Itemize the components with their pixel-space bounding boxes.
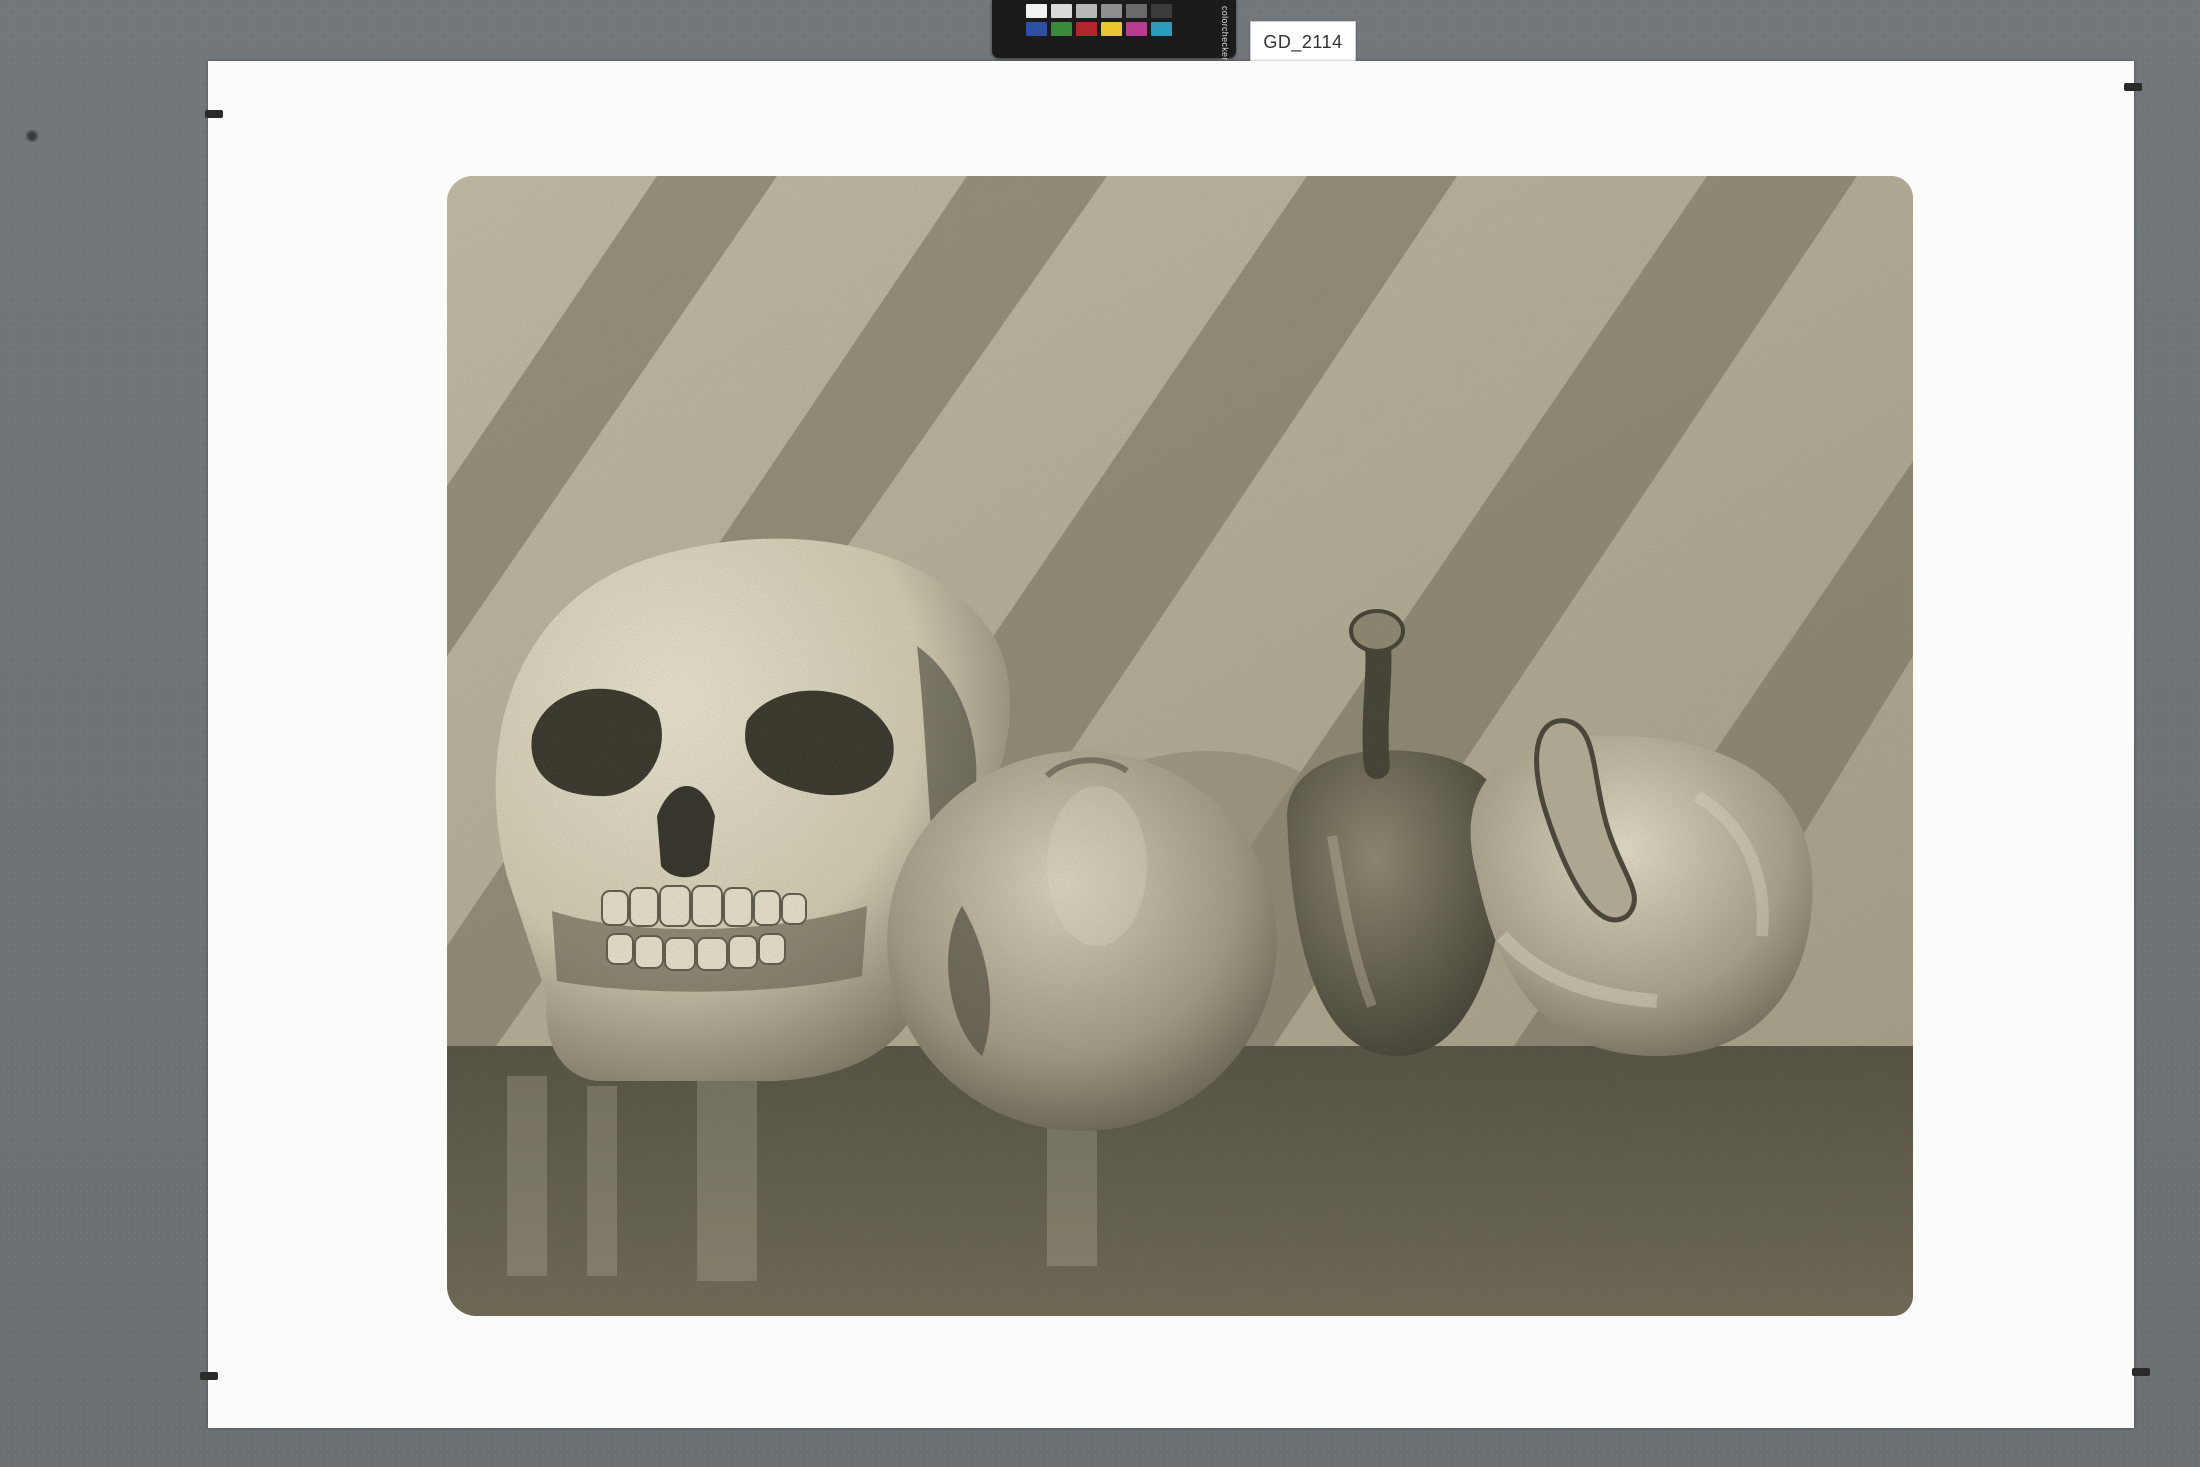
- color-swatch: [1151, 4, 1172, 18]
- inventory-tag: GD_2114: [1250, 21, 1356, 63]
- clip-icon: [205, 110, 223, 118]
- color-swatch: [1026, 4, 1047, 18]
- still-life-drawing: [447, 176, 1913, 1316]
- color-swatch: [1101, 22, 1122, 36]
- clip-icon: [2124, 83, 2142, 91]
- board-pin-icon: [26, 130, 38, 142]
- color-checker-gray-row: [1026, 4, 1172, 18]
- color-swatch: [1076, 4, 1097, 18]
- color-swatch: [1151, 22, 1172, 36]
- color-swatch: [1026, 22, 1047, 36]
- paper-grain-texture: [447, 176, 1913, 1316]
- color-checker-color-row: [1026, 22, 1172, 36]
- color-swatch: [1126, 4, 1147, 18]
- color-swatch: [1076, 22, 1097, 36]
- clip-icon: [2132, 1368, 2150, 1376]
- color-swatch: [1051, 22, 1072, 36]
- color-swatch: [1051, 4, 1072, 18]
- color-swatch: [1126, 22, 1147, 36]
- lithograph-print: [447, 176, 1913, 1316]
- color-swatch: [1101, 4, 1122, 18]
- clip-icon: [200, 1372, 218, 1380]
- color-checker-brand: colorchecker: [1220, 6, 1230, 61]
- color-checker-card: colorchecker: [992, 0, 1236, 61]
